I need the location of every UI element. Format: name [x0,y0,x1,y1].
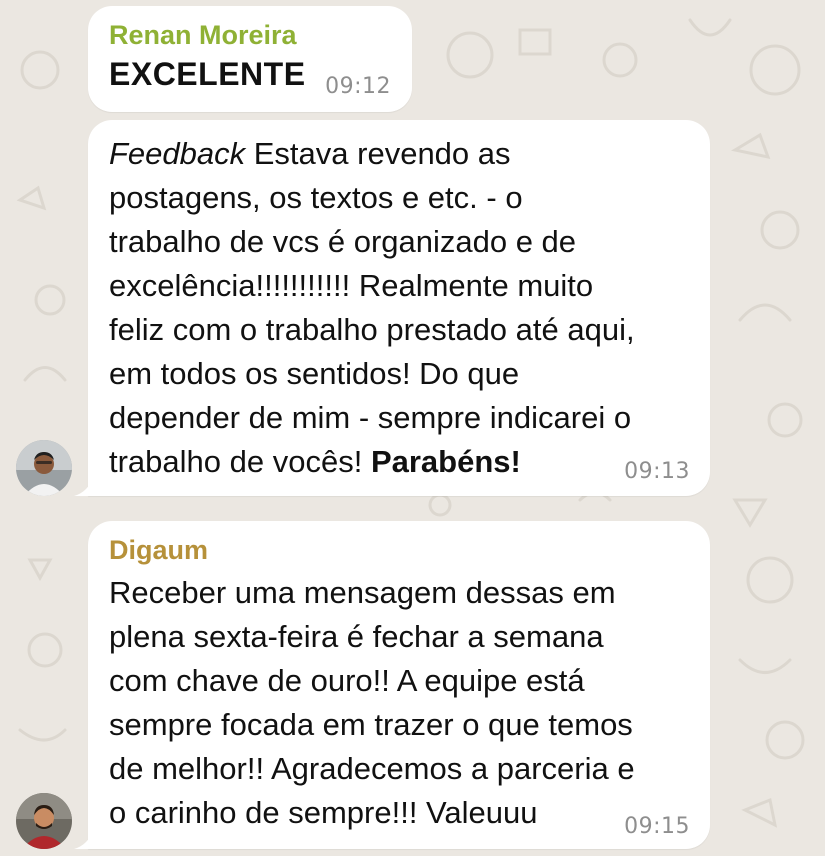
sender-name[interactable]: Digaum [109,533,696,567]
avatar-renan-moreira[interactable] [16,440,72,496]
message-text: Receber uma mensagem dessas em plena sex… [109,575,635,830]
bubble-tail-icon [74,829,94,849]
avatar-digaum[interactable] [16,793,72,849]
message-text-italic: Feedback [109,136,246,171]
message-text-bold: Parabéns! [370,444,521,479]
message-bubble-digaum[interactable]: Digaum Receber uma mensagem dessas em pl… [74,521,710,849]
message-timestamp: 09:12 [325,74,391,99]
message-text: Feedback Estava revendo as postagens, os… [109,132,696,484]
message-timestamp: 09:15 [624,814,690,839]
sender-name[interactable]: Renan Moreira [109,18,392,52]
message-bubble-renan-moreira[interactable]: Renan Moreira EXCELENTE 09:12 [88,6,412,112]
bubble-tail-icon [74,476,94,496]
message-bubble-feedback[interactable]: Feedback Estava revendo as postagens, os… [74,120,710,496]
message-timestamp: 09:13 [624,459,690,484]
avatar-photo-icon [16,440,72,496]
message-text-body: Estava revendo as postagens, os textos e… [109,136,635,479]
avatar-photo-icon [16,793,72,849]
